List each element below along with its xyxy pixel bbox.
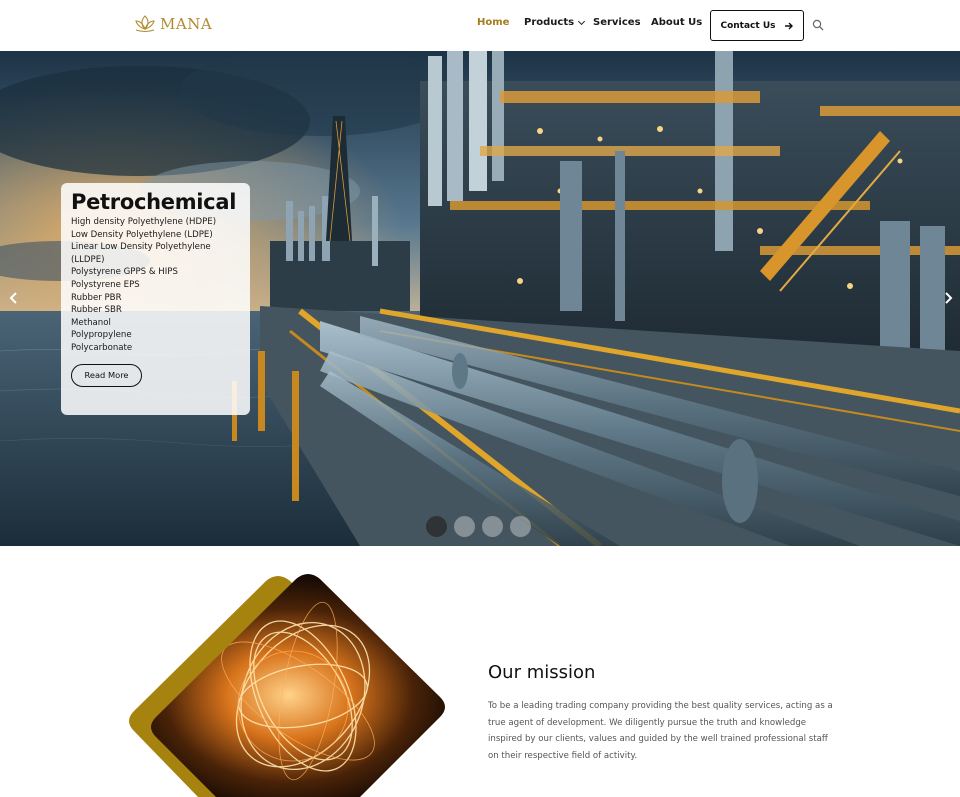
nav-home[interactable]: Home (477, 17, 509, 28)
chevron-down-icon (578, 17, 586, 25)
list-item: Low Density Polyethylene (LDPE) (71, 229, 213, 240)
slider-dot-4[interactable] (510, 516, 531, 537)
slider-dots (426, 516, 531, 537)
list-item: Polycarbonate (71, 342, 133, 353)
read-more-button[interactable]: Read More (71, 363, 142, 387)
list-item: Polystyrene GPPS & HIPS (71, 267, 178, 278)
hero-card: Petrochemical High density Polyethylene … (61, 183, 250, 415)
list-item: Rubber PBR (71, 292, 122, 303)
mission-image (129, 574, 445, 797)
product-list: High density Polyethylene (HDPE) Low Den… (71, 216, 240, 355)
list-item: Methanol (71, 317, 111, 328)
chevron-right-icon[interactable] (941, 291, 955, 305)
nav-services[interactable]: Services (593, 17, 641, 28)
slider-dot-3[interactable] (482, 516, 503, 537)
site-header: MANA Home Products Services About Us Con… (0, 0, 960, 51)
search-icon[interactable] (812, 19, 824, 31)
nav-products-label: Products (524, 17, 575, 28)
list-item: High density Polyethylene (HDPE) (71, 217, 217, 227)
slider-dot-2[interactable] (454, 516, 475, 537)
list-item: Polystyrene EPS (71, 279, 140, 290)
arrow-right-icon (784, 22, 793, 29)
hero-slider: Petrochemical High density Polyethylene … (0, 51, 960, 546)
contact-us-label: Contact Us (720, 20, 776, 31)
nav-about[interactable]: About Us (651, 17, 702, 28)
chevron-left-icon[interactable] (7, 291, 21, 305)
list-item: Rubber SBR (71, 305, 122, 316)
slider-dot-1[interactable] (426, 516, 447, 537)
mission-title: Our mission (488, 662, 596, 683)
hero-title: Petrochemical (71, 190, 237, 214)
list-item: Linear Low Density Polyethylene (LLDPE) (71, 242, 211, 265)
list-item: Polypropylene (71, 330, 132, 341)
nav-products[interactable]: Products (524, 17, 586, 28)
contact-us-button[interactable]: Contact Us (710, 10, 804, 41)
mission-text: To be a leading trading company providin… (488, 701, 833, 761)
